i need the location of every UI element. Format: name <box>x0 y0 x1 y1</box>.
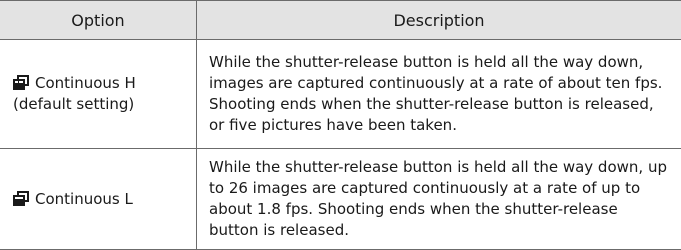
description-text: While the shutter-release button is held… <box>209 158 667 239</box>
table-row: Continuous L While the shutter-release b… <box>0 148 681 249</box>
option-label: Continuous L <box>13 189 133 210</box>
continuous-options-table: Option Description Continuous H (default… <box>0 0 681 250</box>
option-note: (default setting) <box>13 95 135 113</box>
description-text: While the shutter-release button is held… <box>209 53 663 134</box>
option-cell: Continuous L <box>0 149 197 249</box>
description-cell: While the shutter-release button is held… <box>197 149 681 249</box>
continuous-h-icon <box>13 75 29 90</box>
header-description: Description <box>393 10 485 30</box>
table-header-row: Option Description <box>0 1 681 39</box>
option-name: Continuous L <box>35 189 133 208</box>
option-cell: Continuous H (default setting) <box>0 40 197 148</box>
description-cell: While the shutter-release button is held… <box>197 40 681 148</box>
option-name: Continuous H <box>35 74 136 92</box>
table-row: Continuous H (default setting) While the… <box>0 39 681 148</box>
continuous-l-icon <box>13 190 29 206</box>
option-label: Continuous H (default setting) <box>13 73 136 115</box>
header-option: Option <box>0 1 197 39</box>
